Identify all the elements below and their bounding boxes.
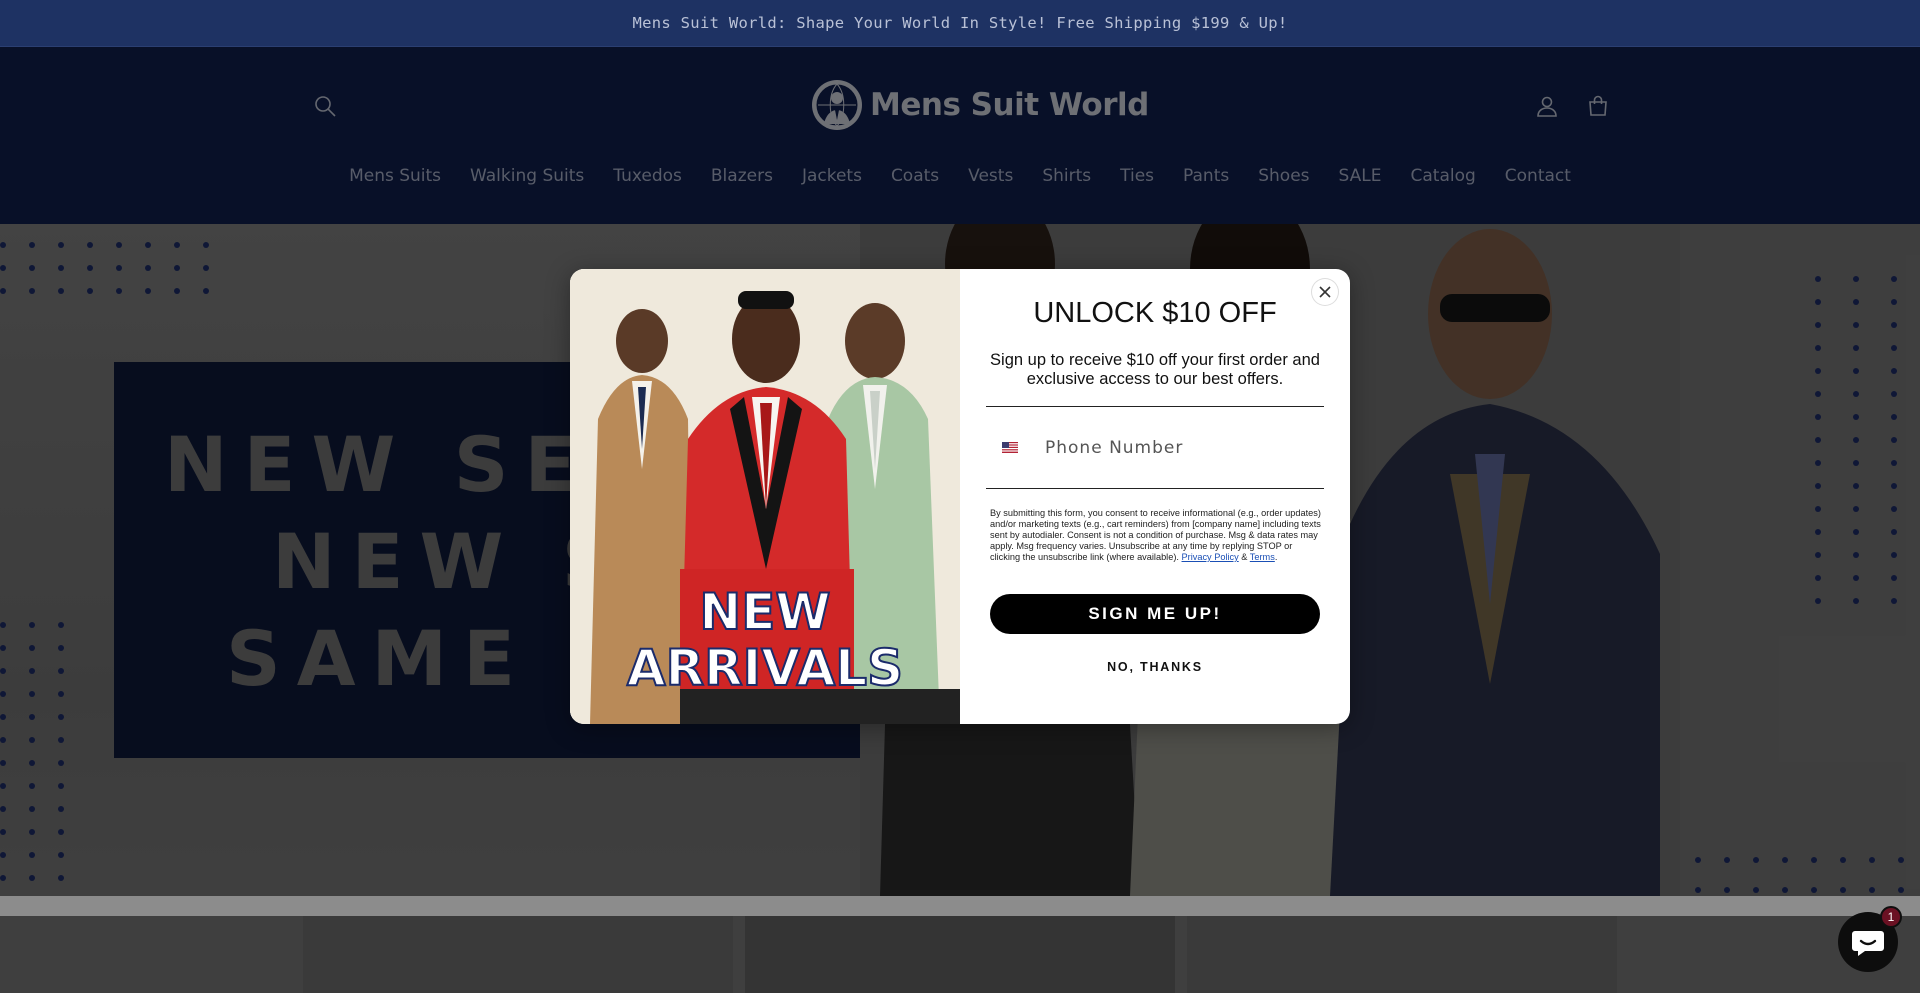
terms-link[interactable]: Terms [1250, 552, 1275, 562]
phone-number-input[interactable] [1045, 437, 1305, 458]
announcement-text: Mens Suit World: Shape Your World In Sty… [632, 14, 1288, 32]
modal-subtitle: Sign up to receive $10 off your first or… [990, 351, 1320, 388]
signup-modal: NEW ARRIVALS UNLOCK $10 OFF Sign up to r… [570, 269, 1350, 724]
us-flag-icon[interactable] [1002, 442, 1018, 453]
new-arrivals-line-1: NEW [698, 583, 831, 641]
modal-content: UNLOCK $10 OFF Sign up to receive $10 of… [960, 269, 1350, 724]
no-thanks-button[interactable]: NO, THANKS [990, 657, 1320, 677]
announcement-bar: Mens Suit World: Shape Your World In Sty… [0, 0, 1920, 47]
new-arrivals-text: NEW ARRIVALS [570, 583, 960, 697]
legal-and: & [1241, 552, 1248, 562]
sign-me-up-button[interactable]: SIGN ME UP! [990, 594, 1320, 634]
modal-title: UNLOCK $10 OFF [1033, 297, 1277, 329]
privacy-policy-link[interactable]: Privacy Policy [1182, 552, 1239, 562]
chat-notification-badge: 1 [1880, 906, 1902, 928]
legal-disclaimer: By submitting this form, you consent to … [990, 508, 1322, 563]
phone-field [986, 406, 1324, 489]
legal-period: . [1274, 552, 1278, 562]
new-arrivals-image: NEW ARRIVALS [570, 269, 960, 724]
new-arrivals-line-2: ARRIVALS [626, 639, 904, 697]
chat-icon [1852, 931, 1884, 956]
